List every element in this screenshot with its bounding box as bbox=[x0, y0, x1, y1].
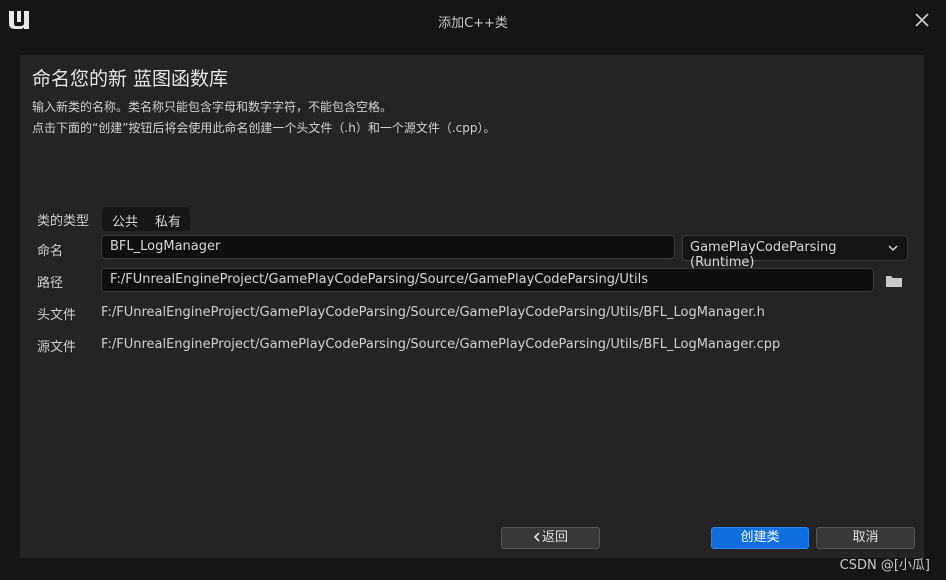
path-input[interactable]: F:/FUnrealEngineProject/GamePlayCodePars… bbox=[101, 268, 874, 292]
close-icon[interactable] bbox=[912, 10, 932, 30]
watermark: CSDN @[小瓜] bbox=[839, 558, 930, 573]
class-type-label: 类的类型 bbox=[37, 214, 90, 229]
back-button-label: 返回 bbox=[541, 530, 568, 545]
chevron-left-icon bbox=[533, 532, 540, 542]
source-file-label: 源文件 bbox=[37, 340, 77, 355]
class-type-toggle: 公共 私有 bbox=[102, 207, 190, 231]
description-line-1: 输入新类的名称。类名称只能包含字母和数字字符，不能包含空格。 bbox=[32, 100, 393, 114]
module-select-value: GamePlayCodeParsing (Runtime) bbox=[690, 240, 837, 270]
header-file-label: 头文件 bbox=[37, 308, 77, 323]
add-cpp-class-dialog: 添加C++类 命名您的新 蓝图函数库 输入新类的名称。类名称只能包含字母和数字字… bbox=[0, 0, 946, 580]
chevron-down-icon bbox=[888, 245, 898, 252]
class-type-public-option[interactable]: 公共 bbox=[112, 211, 138, 230]
back-button[interactable]: 返回 bbox=[501, 527, 600, 549]
source-file-path: F:/FUnrealEngineProject/GamePlayCodePars… bbox=[101, 337, 781, 352]
name-label: 命名 bbox=[37, 244, 64, 259]
class-type-private-option[interactable]: 私有 bbox=[155, 211, 181, 230]
content-panel: 命名您的新 蓝图函数库 输入新类的名称。类名称只能包含字母和数字字符，不能包含空… bbox=[20, 55, 924, 558]
create-class-button[interactable]: 创建类 bbox=[711, 527, 809, 549]
description-line-2: 点击下面的“创建”按钮后将会使用此命名创建一个头文件（.h）和一个源文件（.cp… bbox=[32, 121, 496, 135]
class-name-input[interactable]: BFL_LogManager bbox=[101, 235, 675, 259]
title-bar: 添加C++类 bbox=[0, 0, 946, 42]
cancel-button[interactable]: 取消 bbox=[816, 527, 915, 549]
window-title: 添加C++类 bbox=[438, 16, 508, 31]
path-label: 路径 bbox=[37, 276, 64, 291]
folder-icon[interactable] bbox=[885, 274, 903, 288]
header-file-path: F:/FUnrealEngineProject/GamePlayCodePars… bbox=[101, 305, 765, 320]
module-select[interactable]: GamePlayCodeParsing (Runtime) bbox=[682, 235, 908, 270]
page-title: 命名您的新 蓝图函数库 bbox=[32, 68, 229, 90]
